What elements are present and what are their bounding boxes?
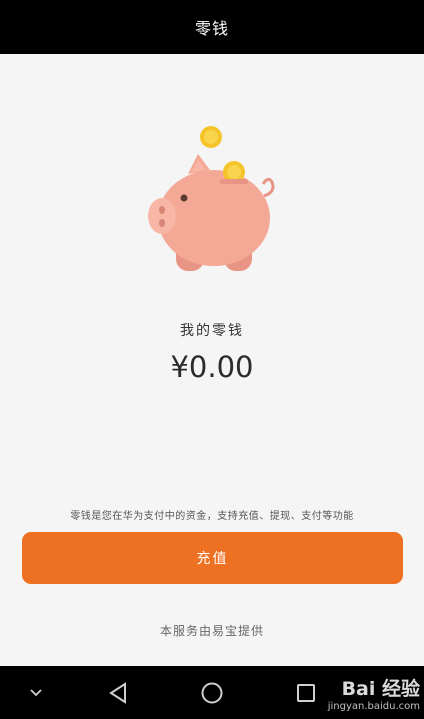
piggy-bank-icon xyxy=(148,126,275,271)
watermark-brand: Bai 经验 xyxy=(341,678,420,700)
home-circle-icon[interactable] xyxy=(190,666,234,719)
recharge-button[interactable]: 充值 xyxy=(22,532,403,584)
wallet-content: 我的零钱 ¥0.00 零钱是您在华为支付中的资金，支持充值、提现、支付等功能 充… xyxy=(0,54,424,666)
balance-amount: ¥0.00 xyxy=(170,350,254,384)
watermark-url: jingyan.baidu.com xyxy=(327,701,420,712)
recharge-button-label: 充值 xyxy=(196,551,229,567)
page-title: 零钱 xyxy=(194,19,229,38)
chevron-down-icon[interactable] xyxy=(14,666,58,719)
back-triangle-icon[interactable] xyxy=(96,666,140,719)
provider-text: 本服务由易宝提供 xyxy=(159,624,264,638)
wallet-title: 我的零钱 xyxy=(180,323,244,339)
title-bar: 零钱 xyxy=(0,0,424,54)
wallet-description: 零钱是您在华为支付中的资金，支持充值、提现、支付等功能 xyxy=(70,511,354,522)
recents-square-icon[interactable] xyxy=(284,666,328,719)
watermark: Bai 经验 jingyan.baidu.com xyxy=(328,674,420,712)
